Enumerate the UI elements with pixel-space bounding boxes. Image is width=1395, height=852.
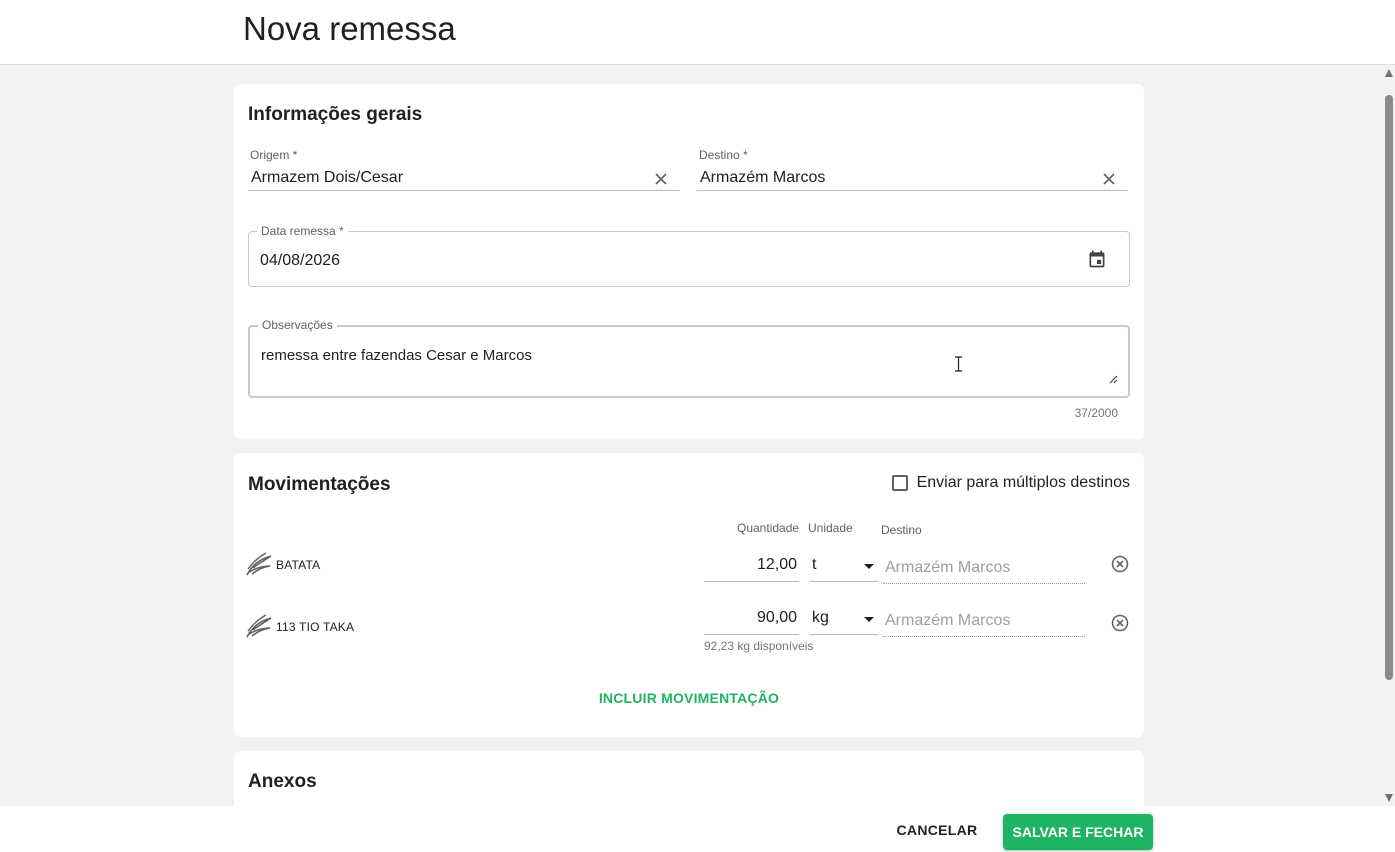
destination-input[interactable]: Armazém Marcos [883,607,1085,637]
multi-destination-label: Enviar para múltiplos destinos [916,474,1130,491]
notes-value: remessa entre fazendas Cesar e Marcos [261,347,532,364]
column-header-unit: Unidade [808,521,853,535]
movement-row: BATATA 12,00 t Armazém Marcos [234,549,1144,589]
scroll-up-arrow-icon[interactable] [1385,69,1393,77]
product-name: BATATA [276,558,321,572]
attachments-title: Anexos [248,771,317,792]
destination-label: Destino * [699,148,748,162]
unit-select[interactable]: t [810,552,878,582]
text-cursor-icon [955,356,962,372]
unit-value: kg [812,609,829,626]
leaf-icon [246,552,272,576]
add-movement-button[interactable]: INCLUIR MOVIMENTAÇÃO [234,690,1144,706]
origin-field[interactable]: Origem * Armazem Dois/Cesar [248,148,680,191]
destination-value: Armazém Marcos [700,169,826,186]
available-quantity: 92,23 kg disponíveis [704,639,814,653]
column-header-destination: Destino [881,523,922,537]
destination-field[interactable]: Destino * Armazém Marcos [697,148,1128,191]
general-info-title: Informações gerais [248,104,423,125]
unit-value: t [812,556,817,573]
checkbox-box[interactable] [891,475,908,491]
quantity-input[interactable]: 90,00 [704,605,799,635]
notes-counter: 37/2000 [1074,406,1118,420]
movements-card: Movimentações Enviar para múltiplos dest… [234,453,1144,737]
quantity-input[interactable]: 12,00 [704,552,799,582]
shipment-date-value: 04/08/2026 [260,252,341,269]
save-and-close-button[interactable]: SALVAR E FECHAR [1003,814,1153,850]
form-scroll-area: Informações gerais Origem * Armazem Dois… [0,65,1395,806]
origin-label: Origem * [250,148,298,162]
column-header-quantity: Quantidade [737,521,800,535]
scroll-thumb[interactable] [1385,95,1393,680]
resize-handle-icon[interactable] [1108,374,1118,384]
remove-circle-icon[interactable] [1111,614,1129,632]
footer-bar: CANCELAR SALVAR E FECHAR [0,806,1395,852]
chevron-down-icon [864,617,874,622]
movement-row: 113 TIO TAKA 90,00 kg Armazém Marcos 92,… [234,609,1144,653]
chevron-down-icon [864,564,874,569]
destination-clear-icon[interactable] [1102,172,1116,186]
scrollbar[interactable] [1383,65,1395,806]
movements-title: Movimentações [248,474,391,495]
scroll-down-arrow-icon[interactable] [1385,794,1393,802]
notes-label: Observações [258,318,337,332]
remove-circle-icon[interactable] [1111,555,1129,573]
leaf-icon [246,614,272,638]
product-name: 113 TIO TAKA [276,620,355,634]
general-info-card: Informações gerais Origem * Armazem Dois… [234,84,1144,439]
calendar-icon[interactable] [1087,249,1107,269]
shipment-date-field[interactable]: Data remessa * 04/08/2026 [248,224,1130,287]
origin-value: Armazem Dois/Cesar [251,169,404,186]
unit-select[interactable]: kg [810,605,878,635]
destination-input[interactable]: Armazém Marcos [883,554,1085,584]
multi-destination-checkbox[interactable]: Enviar para múltiplos destinos [891,474,1130,492]
page-title: Nova remessa [243,10,456,47]
origin-clear-icon[interactable] [654,172,668,186]
top-bar: Nova remessa [0,0,1395,65]
notes-field[interactable]: Observações remessa entre fazendas Cesar… [248,318,1130,398]
shipment-date-label: Data remessa * [257,224,348,238]
cancel-button[interactable]: CANCELAR [886,812,988,848]
attachments-card: Anexos [234,751,1144,806]
